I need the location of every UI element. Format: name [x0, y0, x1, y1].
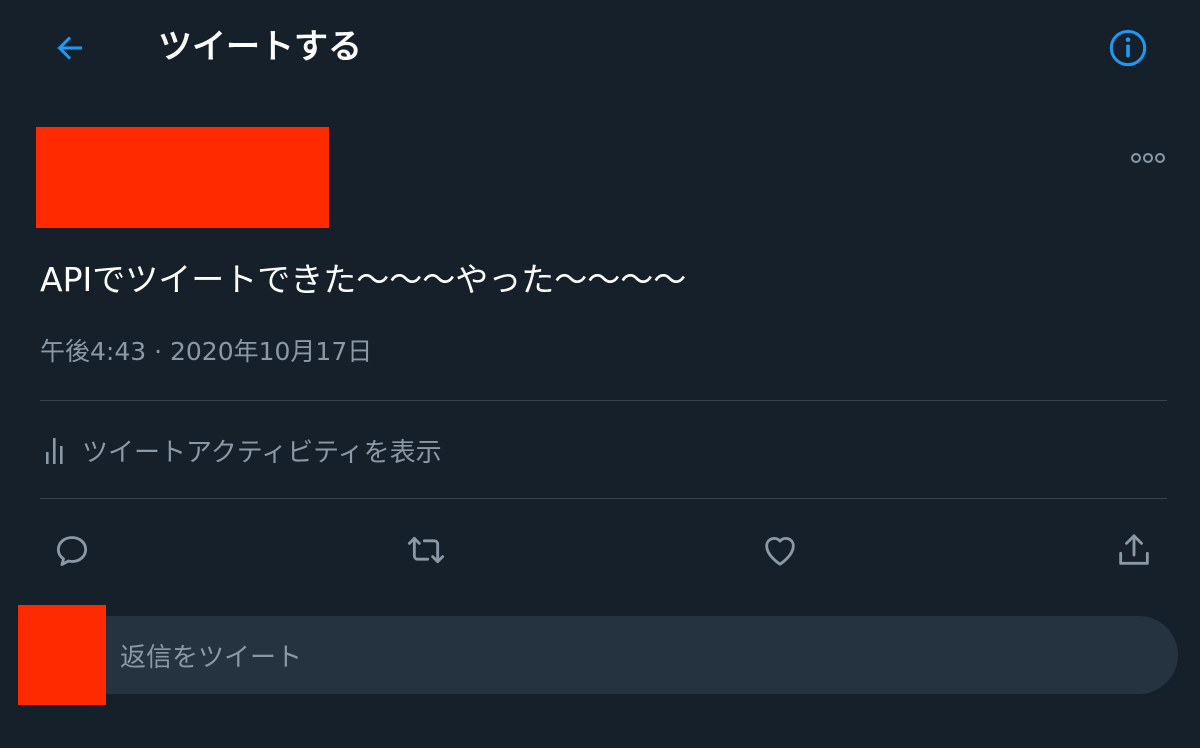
- reply-icon: [56, 536, 88, 566]
- share-icon: [1119, 534, 1149, 565]
- author-name-redacted: [36, 127, 329, 228]
- like-button[interactable]: [754, 524, 806, 576]
- bar-chart-icon: [46, 438, 63, 464]
- tweet-activity-label: ツイートアクティビティを表示: [82, 437, 442, 468]
- back-button[interactable]: [46, 24, 94, 72]
- info-button[interactable]: [1104, 24, 1152, 72]
- divider: [40, 400, 1167, 401]
- reply-button[interactable]: [46, 524, 98, 576]
- retweet-icon: [407, 536, 445, 564]
- page-title: ツイートする: [158, 27, 362, 67]
- retweet-button[interactable]: [400, 524, 452, 576]
- tweet-timestamp[interactable]: 午後4:43 · 2020年10月17日: [40, 330, 372, 374]
- arrow-left-icon: [57, 36, 82, 60]
- more-options-button[interactable]: [1124, 140, 1172, 176]
- reply-input[interactable]: 返信をツイート: [54, 616, 1178, 694]
- avatar-redacted: [18, 605, 106, 705]
- tweet-detail-screen: ツイートする APIでツイートできた〜〜〜やった〜〜〜〜 午後4:43 · 20…: [0, 0, 1200, 748]
- header-bar: ツイートする: [0, 0, 1200, 96]
- divider: [40, 498, 1167, 499]
- share-button[interactable]: [1108, 524, 1160, 576]
- tweet-text: APIでツイートできた〜〜〜やった〜〜〜〜: [40, 260, 687, 299]
- reply-placeholder: 返信をツイート: [120, 642, 303, 673]
- more-horizontal-icon: [1131, 153, 1165, 163]
- tweet-activity-link[interactable]: ツイートアクティビティを表示: [40, 420, 442, 480]
- info-icon: [1109, 29, 1147, 67]
- heart-icon: [765, 536, 795, 566]
